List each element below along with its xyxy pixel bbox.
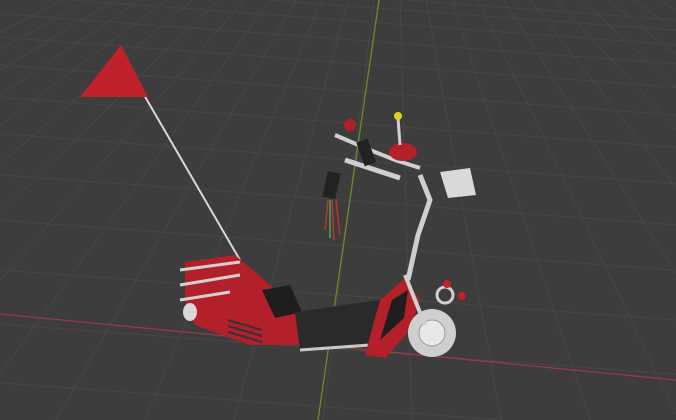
grid-line [659, 0, 676, 11]
headlight [440, 168, 476, 198]
grid-line [0, 0, 219, 214]
mirror-red [344, 119, 356, 131]
side-ornament-red-2 [458, 292, 466, 300]
3d-viewport[interactable] [0, 0, 676, 420]
side-ornament-red [443, 280, 451, 288]
viewport-canvas[interactable] [0, 0, 676, 420]
grid-line [0, 96, 676, 148]
grid-line [399, 0, 413, 420]
grid-line [144, 0, 323, 420]
side-ornament [435, 285, 455, 305]
antenna-spring [396, 117, 402, 146]
flag-pennant [80, 45, 148, 97]
wires [324, 199, 341, 241]
grid-line [405, 0, 676, 21]
floor-grid [0, 0, 676, 420]
grid-line [0, 219, 676, 271]
antenna-ball [394, 112, 402, 120]
rear-light [183, 303, 197, 321]
grid-line [0, 0, 245, 281]
grid-line [0, 13, 676, 65]
battery [322, 171, 341, 200]
steering-column [405, 174, 433, 281]
instrument-cluster [389, 143, 417, 161]
grid-line [55, 0, 297, 420]
grid-line [0, 382, 503, 420]
grid-line [0, 0, 115, 71]
